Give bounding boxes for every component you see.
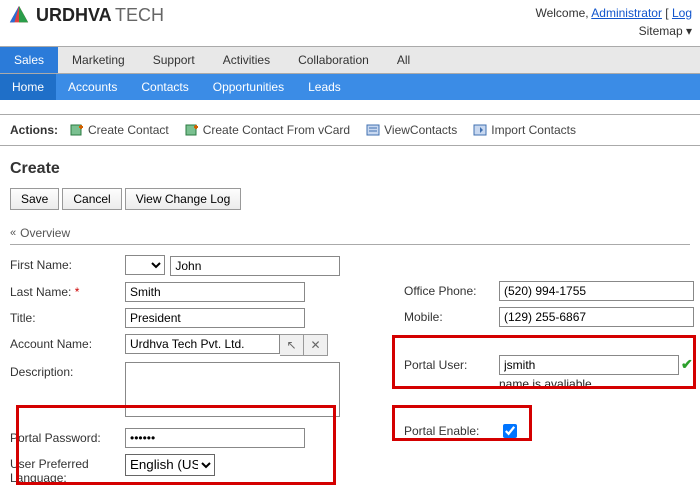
portal-user-label: Portal User: bbox=[404, 355, 499, 372]
brand-text-1: URDHVA bbox=[36, 5, 112, 25]
mobile-label: Mobile: bbox=[404, 307, 499, 324]
tab-collaboration[interactable]: Collaboration bbox=[284, 47, 383, 73]
create-contact-icon bbox=[70, 123, 84, 137]
welcome-prefix: Welcome, bbox=[535, 6, 591, 20]
title-input[interactable] bbox=[125, 308, 305, 328]
close-icon: ✕ bbox=[310, 338, 320, 352]
form-area: First Name: Last Name: * Title: Account … bbox=[0, 245, 700, 491]
portal-user-message: name is avaliable. bbox=[499, 377, 693, 391]
logo-icon bbox=[8, 4, 30, 26]
save-button[interactable]: Save bbox=[10, 188, 59, 210]
logo: URDHVA TECH bbox=[8, 4, 164, 26]
cursor-icon: ↖ bbox=[286, 338, 296, 352]
subtab-opportunities[interactable]: Opportunities bbox=[201, 74, 296, 100]
action-view-contacts[interactable]: ViewContacts bbox=[366, 123, 457, 137]
view-change-log-button[interactable]: View Change Log bbox=[125, 188, 242, 210]
last-name-label: Last Name: bbox=[10, 285, 71, 299]
action-create-contact[interactable]: Create Contact bbox=[70, 123, 169, 137]
admin-link[interactable]: Administrator bbox=[591, 6, 662, 20]
portal-user-input[interactable] bbox=[499, 355, 679, 375]
secondary-tabs: Home Accounts Contacts Opportunities Lea… bbox=[0, 74, 700, 100]
tab-marketing[interactable]: Marketing bbox=[58, 47, 139, 73]
portal-password-input[interactable] bbox=[125, 428, 305, 448]
user-language-label: User Preferred Language: bbox=[10, 454, 125, 485]
cancel-button[interactable]: Cancel bbox=[62, 188, 121, 210]
welcome-area: Welcome, Administrator [ Log Sitemap ▾ bbox=[535, 4, 692, 40]
mobile-input[interactable] bbox=[499, 307, 694, 327]
first-name-input[interactable] bbox=[170, 256, 340, 276]
subtab-contacts[interactable]: Contacts bbox=[129, 74, 200, 100]
primary-tabs: Sales Marketing Support Activities Colla… bbox=[0, 46, 700, 74]
description-input[interactable] bbox=[125, 362, 340, 417]
log-link[interactable]: Log bbox=[672, 6, 692, 20]
sitemap-link[interactable]: Sitemap ▾ bbox=[639, 24, 692, 38]
account-name-input[interactable] bbox=[125, 334, 280, 354]
action-create-from-vcard[interactable]: Create Contact From vCard bbox=[185, 123, 350, 137]
subtab-accounts[interactable]: Accounts bbox=[56, 74, 129, 100]
last-name-input[interactable] bbox=[125, 282, 305, 302]
subtab-home[interactable]: Home bbox=[0, 74, 56, 100]
page-title: Create bbox=[10, 160, 700, 178]
view-contacts-icon bbox=[366, 123, 380, 137]
brand-text-2: TECH bbox=[115, 5, 164, 25]
user-language-select[interactable]: English (US) bbox=[125, 454, 215, 476]
account-clear-button[interactable]: ✕ bbox=[304, 334, 328, 356]
chevron-down-icon: ▾ bbox=[686, 24, 692, 38]
section-overview-header[interactable]: « Overview bbox=[10, 222, 690, 245]
collapse-icon: « bbox=[10, 227, 16, 239]
tab-activities[interactable]: Activities bbox=[209, 47, 284, 73]
tab-support[interactable]: Support bbox=[139, 47, 209, 73]
vcard-icon bbox=[185, 123, 199, 137]
tab-all[interactable]: All bbox=[383, 47, 424, 73]
office-phone-input[interactable] bbox=[499, 281, 694, 301]
portal-enable-checkbox[interactable] bbox=[503, 424, 517, 438]
import-icon bbox=[473, 123, 487, 137]
account-name-label: Account Name: bbox=[10, 334, 125, 351]
tab-sales[interactable]: Sales bbox=[0, 47, 58, 73]
portal-enable-label: Portal Enable: bbox=[404, 421, 499, 438]
office-phone-label: Office Phone: bbox=[404, 281, 499, 298]
action-import-contacts[interactable]: Import Contacts bbox=[473, 123, 576, 137]
actions-label: Actions: bbox=[10, 123, 58, 137]
actions-bar: Actions: Create Contact Create Contact F… bbox=[0, 114, 700, 146]
account-select-button[interactable]: ↖ bbox=[280, 334, 304, 356]
subtab-leads[interactable]: Leads bbox=[296, 74, 353, 100]
check-icon: ✔ bbox=[681, 356, 693, 372]
portal-password-label: Portal Password: bbox=[10, 428, 125, 445]
first-name-label: First Name: bbox=[10, 255, 125, 272]
title-label: Title: bbox=[10, 308, 125, 325]
description-label: Description: bbox=[10, 362, 125, 379]
required-marker: * bbox=[75, 285, 80, 299]
salutation-select[interactable] bbox=[125, 255, 165, 275]
